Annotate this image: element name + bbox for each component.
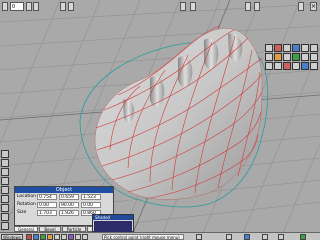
palette-tool-5[interactable] [301, 44, 309, 52]
view-button[interactable] [2, 2, 8, 11]
palette-tool-15[interactable] [301, 62, 309, 70]
modeler-app-window: 0 × Object Location 0.754 0.659 1.523 Ro… [0, 0, 320, 240]
toolbar-tool-4[interactable] [190, 2, 196, 11]
left-tool-2[interactable] [1, 159, 9, 167]
location-label: Location [17, 194, 37, 199]
status-bar: Windows 98 Pick control point (right mou… [0, 232, 320, 240]
toolbar-tool-3[interactable] [180, 2, 186, 11]
taskbar-icon-5[interactable] [54, 234, 60, 240]
command-prompt: Pick control point (right mouse menu) [102, 234, 184, 240]
taskbar-icon-6[interactable] [61, 234, 67, 240]
tray-icon-6[interactable] [300, 234, 306, 240]
left-tool-4[interactable] [1, 177, 9, 185]
palette-tool-8[interactable] [283, 53, 291, 61]
palette-tool-2[interactable] [274, 44, 282, 52]
location-y-field[interactable]: 0.659 [59, 194, 79, 200]
prev-frame-button[interactable] [26, 2, 32, 11]
palette-tool-17[interactable] [310, 53, 318, 61]
palette-tool-7[interactable] [274, 53, 282, 61]
rotation-x-field[interactable]: 0.00 [37, 202, 57, 208]
palette-tool-11[interactable] [265, 62, 273, 70]
left-tool-7[interactable] [1, 204, 9, 212]
palette-tool-13[interactable] [283, 62, 291, 70]
rotation-y-field[interactable]: 90.00 [59, 202, 79, 208]
location-z-field[interactable]: 1.523 [81, 194, 101, 200]
palette-tool-1[interactable] [265, 44, 273, 52]
location-x-field[interactable]: 0.754 [37, 194, 57, 200]
tray-icon-4[interactable] [262, 234, 268, 240]
toolbar-tool-5[interactable] [245, 2, 251, 11]
palette-tool-9[interactable] [292, 53, 300, 61]
start-button[interactable]: Windows 98 [1, 234, 23, 240]
left-tool-9[interactable] [1, 222, 9, 230]
palette-tool-16[interactable] [310, 44, 318, 52]
left-tool-6[interactable] [1, 195, 9, 203]
next-frame-button[interactable] [33, 2, 39, 11]
taskbar-icon-9[interactable] [82, 234, 88, 240]
rotation-z-field[interactable]: 0.00 [81, 202, 101, 208]
left-tool-8[interactable] [1, 213, 9, 221]
toolbar-tool-1[interactable] [60, 2, 66, 11]
shading-mini-window: Shaded [92, 214, 134, 232]
toolbar-tool-6[interactable] [254, 2, 260, 11]
tray-icon-5[interactable] [278, 234, 284, 240]
palette-tool-4[interactable] [292, 44, 300, 52]
minimize-button[interactable] [298, 2, 304, 11]
location-row: Location 0.754 0.659 1.523 [15, 193, 113, 201]
mini-window-title: Shaded [93, 215, 133, 220]
taskbar-icon-4[interactable] [47, 234, 53, 240]
taskbar-icon-1[interactable] [26, 234, 32, 240]
tray-icon-2[interactable] [226, 234, 232, 240]
taskbar-icon-7[interactable] [68, 234, 74, 240]
palette-tool-6[interactable] [265, 53, 273, 61]
palette-tool-3[interactable] [283, 44, 291, 52]
rotation-row: Rotation 0.00 90.00 0.00 [15, 201, 113, 209]
left-tool-1[interactable] [1, 150, 9, 158]
palette-tool-18[interactable] [310, 62, 318, 70]
palette-tool-10[interactable] [301, 53, 309, 61]
tray-icon-3[interactable] [244, 234, 250, 240]
palette-tool-12[interactable] [274, 62, 282, 70]
tray-icon-1[interactable] [196, 234, 202, 240]
toolbar-tool-2[interactable] [68, 2, 74, 11]
mini-window-body[interactable] [94, 221, 132, 232]
taskbar-icon-8[interactable] [75, 234, 81, 240]
taskbar-icon-3[interactable] [40, 234, 46, 240]
left-tool-3[interactable] [1, 168, 9, 176]
size-x-field[interactable]: 1.703 [37, 210, 57, 216]
rotation-label: Rotation [17, 202, 36, 207]
taskbar-icon-2[interactable] [33, 234, 39, 240]
palette-tool-14[interactable] [292, 62, 300, 70]
frame-field[interactable]: 0 [10, 2, 24, 11]
close-button[interactable]: × [310, 2, 317, 11]
size-y-field[interactable]: 1.926 [59, 210, 79, 216]
left-tool-5[interactable] [1, 186, 9, 194]
size-label: Size [17, 210, 27, 215]
